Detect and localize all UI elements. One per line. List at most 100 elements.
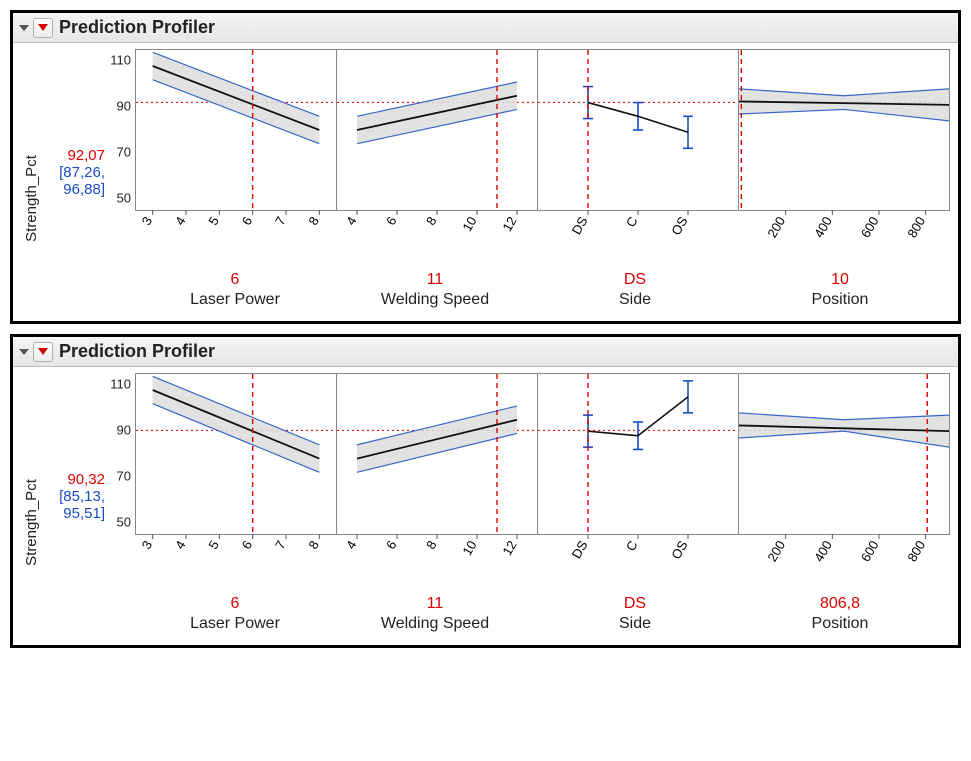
x-tick-label: 10	[459, 214, 479, 234]
fit-line	[153, 390, 320, 459]
y-axis: 50 70 90 110	[109, 49, 135, 209]
profile-cell[interactable]: 200400600800	[738, 49, 950, 211]
x-tick-label: 6	[239, 538, 256, 552]
factor-axis-column: 11 Welding Speed	[335, 241, 535, 309]
axis-labels-row: 6 Laser Power 11 Welding Speed DS Side 1…	[135, 241, 950, 309]
factor-name-label: Laser Power	[190, 615, 280, 633]
profile-cell[interactable]: 345678	[135, 49, 336, 211]
factor-setting-value[interactable]: DS	[624, 271, 646, 289]
profile-plot[interactable]: 4681012	[337, 50, 537, 240]
x-tick-label: 5	[205, 538, 222, 552]
y-tick-label: 50	[117, 190, 131, 205]
x-tick-label: 3	[139, 214, 156, 228]
profile-cell[interactable]: DSCOS	[537, 373, 738, 535]
y-tick-label: 90	[117, 99, 131, 114]
profile-plot[interactable]: 200 400 600 800	[739, 50, 949, 240]
x-tick-label: 12	[499, 538, 519, 558]
x-tick-label: 200	[764, 214, 788, 240]
profile-plot[interactable]: 3 4 5 6 7 8	[136, 374, 336, 564]
x-tick-label: 10	[459, 538, 479, 558]
triangle-down-icon	[38, 348, 48, 355]
disclosure-icon[interactable]	[19, 349, 29, 355]
y-tick-label: 110	[110, 53, 131, 68]
factor-axis-column: 10 Position	[735, 241, 945, 309]
y-tick-label: 90	[117, 423, 131, 438]
prediction-value[interactable]: 90,32	[21, 471, 105, 488]
x-tick-label: 4	[172, 538, 189, 552]
y-tick-label: 50	[117, 514, 131, 529]
hotspot-button[interactable]	[33, 18, 53, 38]
x-tick-label: 200	[764, 538, 788, 564]
profile-plot[interactable]: 345678	[136, 50, 336, 240]
factor-axis-column: 806,8 Position	[735, 565, 945, 633]
plots-row: 3 4 5 6 7 8 4681012DSCOS 200 400 600 800	[135, 373, 950, 563]
x-tick-label: 800	[904, 538, 928, 564]
prediction-value[interactable]: 92,07	[21, 147, 105, 164]
factor-name-label: Side	[619, 615, 651, 633]
profile-cell[interactable]: 4681012	[336, 373, 537, 535]
factor-axis-column: 6 Laser Power	[135, 241, 335, 309]
factor-name-label: Welding Speed	[381, 291, 489, 309]
y-axis: 50 70 90 110	[109, 373, 135, 533]
x-tick-label: 7	[272, 214, 289, 228]
x-tick-label: 800	[904, 214, 928, 240]
profile-plot[interactable]: DSCOS	[538, 50, 738, 240]
profiler-body: Strength_Pct 92,07 [87,26, 96,88] 507090…	[13, 43, 958, 321]
x-tick-label: 8	[305, 538, 322, 552]
x-tick-label: 400	[811, 538, 835, 564]
x-tick-label: 4	[172, 214, 189, 228]
y-tick-label: 110	[110, 377, 131, 392]
panel-header: Prediction Profiler	[13, 337, 958, 367]
factor-axis-column: DS Side	[535, 565, 735, 633]
x-tick-label: C	[623, 538, 641, 554]
confidence-interval: [87,26, 96,88]	[21, 164, 105, 198]
plots-wrap: 3456784681012DSCOS200400600800 6 Laser P…	[135, 49, 950, 309]
profile-plot[interactable]: 200 400 600 800	[739, 374, 949, 564]
plots-row: 3456784681012DSCOS 200 400 600 800	[135, 49, 950, 239]
factor-setting-value[interactable]: 806,8	[820, 595, 860, 613]
panel-title: Prediction Profiler	[59, 17, 215, 38]
y-tick-label: 70	[117, 144, 131, 159]
factor-setting-value[interactable]: 11	[427, 595, 444, 613]
factor-setting-value[interactable]: 6	[231, 271, 240, 289]
factor-setting-value[interactable]: 6	[231, 595, 240, 613]
x-tick-label: OS	[668, 538, 691, 562]
factor-axis-column: 6 Laser Power	[135, 565, 335, 633]
x-tick-label: 400	[811, 214, 835, 240]
x-tick-label: 3	[139, 538, 156, 552]
factor-name-label: Welding Speed	[381, 615, 489, 633]
x-tick-label: DS	[569, 214, 591, 237]
x-tick-label: 6	[383, 538, 400, 552]
profile-cell[interactable]: 345678	[135, 373, 336, 535]
disclosure-icon[interactable]	[19, 25, 29, 31]
panel-title: Prediction Profiler	[59, 341, 215, 362]
prediction-profiler-panel: Prediction Profiler Strength_Pct 92,07 […	[10, 10, 961, 324]
hotspot-button[interactable]	[33, 342, 53, 362]
x-tick-label: 4	[343, 538, 360, 552]
factor-setting-value[interactable]: 11	[427, 271, 444, 289]
panel-header: Prediction Profiler	[13, 13, 958, 43]
factor-setting-value[interactable]: DS	[624, 595, 646, 613]
x-tick-label: 600	[858, 538, 882, 564]
factor-name-label: Position	[812, 615, 869, 633]
x-tick-label: 12	[499, 214, 519, 234]
profile-cell[interactable]: 200400600800	[738, 373, 950, 535]
x-tick-label: 8	[305, 214, 322, 228]
axis-labels-row: 6 Laser Power 11 Welding Speed DS Side 8…	[135, 565, 950, 633]
x-tick-label: 5	[205, 214, 222, 228]
factor-name-label: Position	[812, 291, 869, 309]
profile-plot[interactable]: 4681012	[337, 374, 537, 564]
profile-cell[interactable]: DSCOS	[537, 49, 738, 211]
triangle-down-icon	[38, 24, 48, 31]
confidence-interval: [85,13, 95,51]	[21, 488, 105, 522]
factor-axis-column: DS Side	[535, 241, 735, 309]
profile-plot[interactable]: DSCOS	[538, 374, 738, 564]
x-tick-label: 600	[858, 214, 882, 240]
y-label-column: Strength_Pct 90,32 [85,13, 95,51]	[21, 373, 109, 563]
profile-cell[interactable]: 4681012	[336, 49, 537, 211]
x-tick-label: 4	[343, 214, 360, 228]
y-tick-label: 70	[117, 468, 131, 483]
x-tick-label: 7	[272, 538, 289, 552]
factor-name-label: Laser Power	[190, 291, 280, 309]
factor-setting-value[interactable]: 10	[831, 271, 849, 289]
